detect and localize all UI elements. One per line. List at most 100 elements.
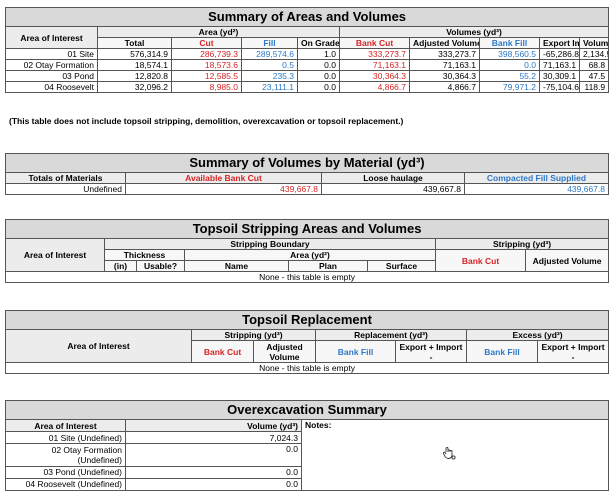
- col-excess-export-import: Export + Import -: [536, 340, 610, 363]
- col-area-of-interest: Area of Interest: [5, 419, 126, 432]
- col-surface: Surface: [367, 260, 436, 272]
- cell-on-grade: 0.0: [297, 81, 340, 93]
- materials-title: Summary of Volumes by Material (yd³): [4, 153, 610, 173]
- col-export-import: Export Import: [539, 37, 580, 49]
- table-row: 03 Pond 12,820.8 12,585.5 235.3 0.0 30,3…: [5, 70, 610, 82]
- cell-bank-fill: 398,560.5: [479, 48, 540, 60]
- cell-fill: 439,667.8: [463, 183, 610, 195]
- cell-per: 47.5: [578, 70, 610, 82]
- col-totals-of-materials: Totals of Materials: [5, 172, 126, 184]
- col-thickness: Thickness: [104, 249, 185, 261]
- col-name: Name: [184, 260, 289, 272]
- cell-bank-fill: 55.2: [479, 70, 540, 82]
- cell-volume: 0.0: [125, 465, 302, 479]
- col-cut: Cut: [171, 37, 242, 49]
- cell-volume: 7,024.3: [125, 431, 302, 444]
- report-page: { "areas": { "title": "Summary of Areas …: [0, 0, 613, 500]
- cell-per: 2,134.5: [578, 48, 610, 60]
- overexcavation-table: Overexcavation Summary Area of Interest …: [4, 400, 610, 492]
- col-excess-bank-fill: Bank Fill: [466, 340, 538, 363]
- cell-fill: 0.5: [241, 59, 298, 71]
- row-name: 03 Pond (Undefined): [5, 465, 126, 479]
- col-area-of-interest: Area of Interest: [5, 238, 105, 272]
- row-name: 02 Otay Formation: [5, 59, 98, 71]
- cell-total: 18,574.1: [97, 59, 172, 71]
- cell-bank-cut: 71,163.1: [339, 59, 410, 71]
- col-adjusted-volume: Adjusted Volume: [409, 37, 480, 49]
- group-stripping: Stripping (yd³): [191, 329, 316, 341]
- cell-export: -75,104.6: [539, 81, 580, 93]
- cell-adjusted: 4,866.7: [409, 81, 480, 93]
- materials-table: Summary of Volumes by Material (yd³) Tot…: [4, 153, 610, 195]
- cell-on-grade: 0.0: [297, 59, 340, 71]
- cell-bank-cut: 30,364.3: [339, 70, 410, 82]
- row-name: 04 Roosevelt (Undefined): [5, 477, 126, 492]
- col-bank-cut: Bank Cut: [191, 340, 254, 363]
- empty-message: None - this table is empty: [4, 362, 610, 374]
- replacement-title: Topsoil Replacement: [4, 310, 610, 330]
- col-bank-fill: Bank Fill: [479, 37, 540, 49]
- col-volume-per: Volume Per .1: [578, 37, 610, 49]
- group-area: Area (yd²): [97, 26, 340, 38]
- cell-cut: 286,739.3: [171, 48, 242, 60]
- cell-bank-cut: 439,667.8: [125, 183, 322, 195]
- hand-pointer-icon: [442, 446, 456, 463]
- row-name: 04 Roosevelt: [5, 81, 98, 93]
- col-export-import: Export + Import -: [395, 340, 467, 363]
- col-adjusted-volume: Adjusted Volume: [524, 249, 610, 272]
- col-area-of-interest: Area of Interest: [5, 329, 192, 363]
- col-adjusted-volume: Adjusted Volume: [253, 340, 316, 363]
- cell-total: 12,820.8: [97, 70, 172, 82]
- topsoil-title: Topsoil Stripping Areas and Volumes: [4, 219, 610, 239]
- row-name: Undefined: [5, 183, 126, 195]
- col-available-bank-cut: Available Bank Cut: [125, 172, 322, 184]
- table-row: 02 Otay Formation 18,574.1 18,573.6 0.5 …: [5, 59, 610, 71]
- group-stripping: Stripping (yd³): [434, 238, 610, 250]
- cell-cut: 18,573.6: [171, 59, 242, 71]
- row-name: 02 Otay Formation (Undefined): [5, 443, 126, 467]
- cell-fill: 235.3: [241, 70, 298, 82]
- col-usable: Usable?: [136, 260, 185, 272]
- cell-fill: 23,111.1: [241, 81, 298, 93]
- row-name: 01 Site: [5, 48, 98, 60]
- areas-title: Summary of Areas and Volumes: [4, 7, 610, 27]
- table-row: 04 Roosevelt 32,096.2 8,985.0 23,111.1 0…: [5, 81, 610, 93]
- empty-message: None - this table is empty: [4, 271, 610, 283]
- col-compacted-fill: Compacted Fill Supplied: [463, 172, 610, 184]
- group-volumes: Volumes (yd³): [338, 26, 610, 38]
- group-excess: Excess (yd³): [465, 329, 610, 341]
- col-bank-cut: Bank Cut: [339, 37, 410, 49]
- cell-export: -65,286.8: [539, 48, 580, 60]
- col-in: (in): [104, 260, 137, 272]
- col-loose-haulage: Loose haulage: [321, 172, 465, 184]
- col-volume: Volume (yd³): [125, 419, 302, 432]
- cell-on-grade: 1.0: [297, 48, 340, 60]
- cell-bank-fill: 79,971.2: [479, 81, 540, 93]
- row-name: 01 Site (Undefined): [5, 431, 126, 444]
- overex-title: Overexcavation Summary: [4, 400, 610, 420]
- cell-per: 118.9: [578, 81, 610, 93]
- topsoil-stripping-table: Topsoil Stripping Areas and Volumes Area…: [4, 219, 610, 283]
- col-fill: Fill: [241, 37, 298, 49]
- cell-cut: 12,585.5: [171, 70, 242, 82]
- areas-footnote: (This table does not include topsoil str…: [9, 116, 404, 126]
- cell-loose: 439,667.8: [321, 183, 465, 195]
- col-area-of-interest: Area of Interest: [5, 26, 98, 49]
- cell-bank-cut: 4,866.7: [339, 81, 410, 93]
- cell-volume: 0.0: [125, 443, 302, 467]
- cell-adjusted: 333,273.7: [409, 48, 480, 60]
- cell-export: 71,163.1: [539, 59, 580, 71]
- cell-total: 32,096.2: [97, 81, 172, 93]
- col-on-grade: On Grade: [297, 37, 340, 49]
- col-plan: Plan: [288, 260, 368, 272]
- topsoil-replacement-table: Topsoil Replacement Area of Interest Str…: [4, 310, 610, 374]
- table-row: 01 Site 576,314.9 286,739.3 289,574.6 1.…: [5, 48, 610, 60]
- cell-on-grade: 0.0: [297, 70, 340, 82]
- cell-bank-cut: 333,273.7: [339, 48, 410, 60]
- cell-adjusted: 30,364.3: [409, 70, 480, 82]
- cell-adjusted: 71,163.1: [409, 59, 480, 71]
- col-total: Total: [97, 37, 172, 49]
- cell-per: 68.8: [578, 59, 610, 71]
- col-area: Area (yd²): [184, 249, 436, 261]
- areas-volumes-table: Summary of Areas and Volumes Area of Int…: [4, 7, 610, 93]
